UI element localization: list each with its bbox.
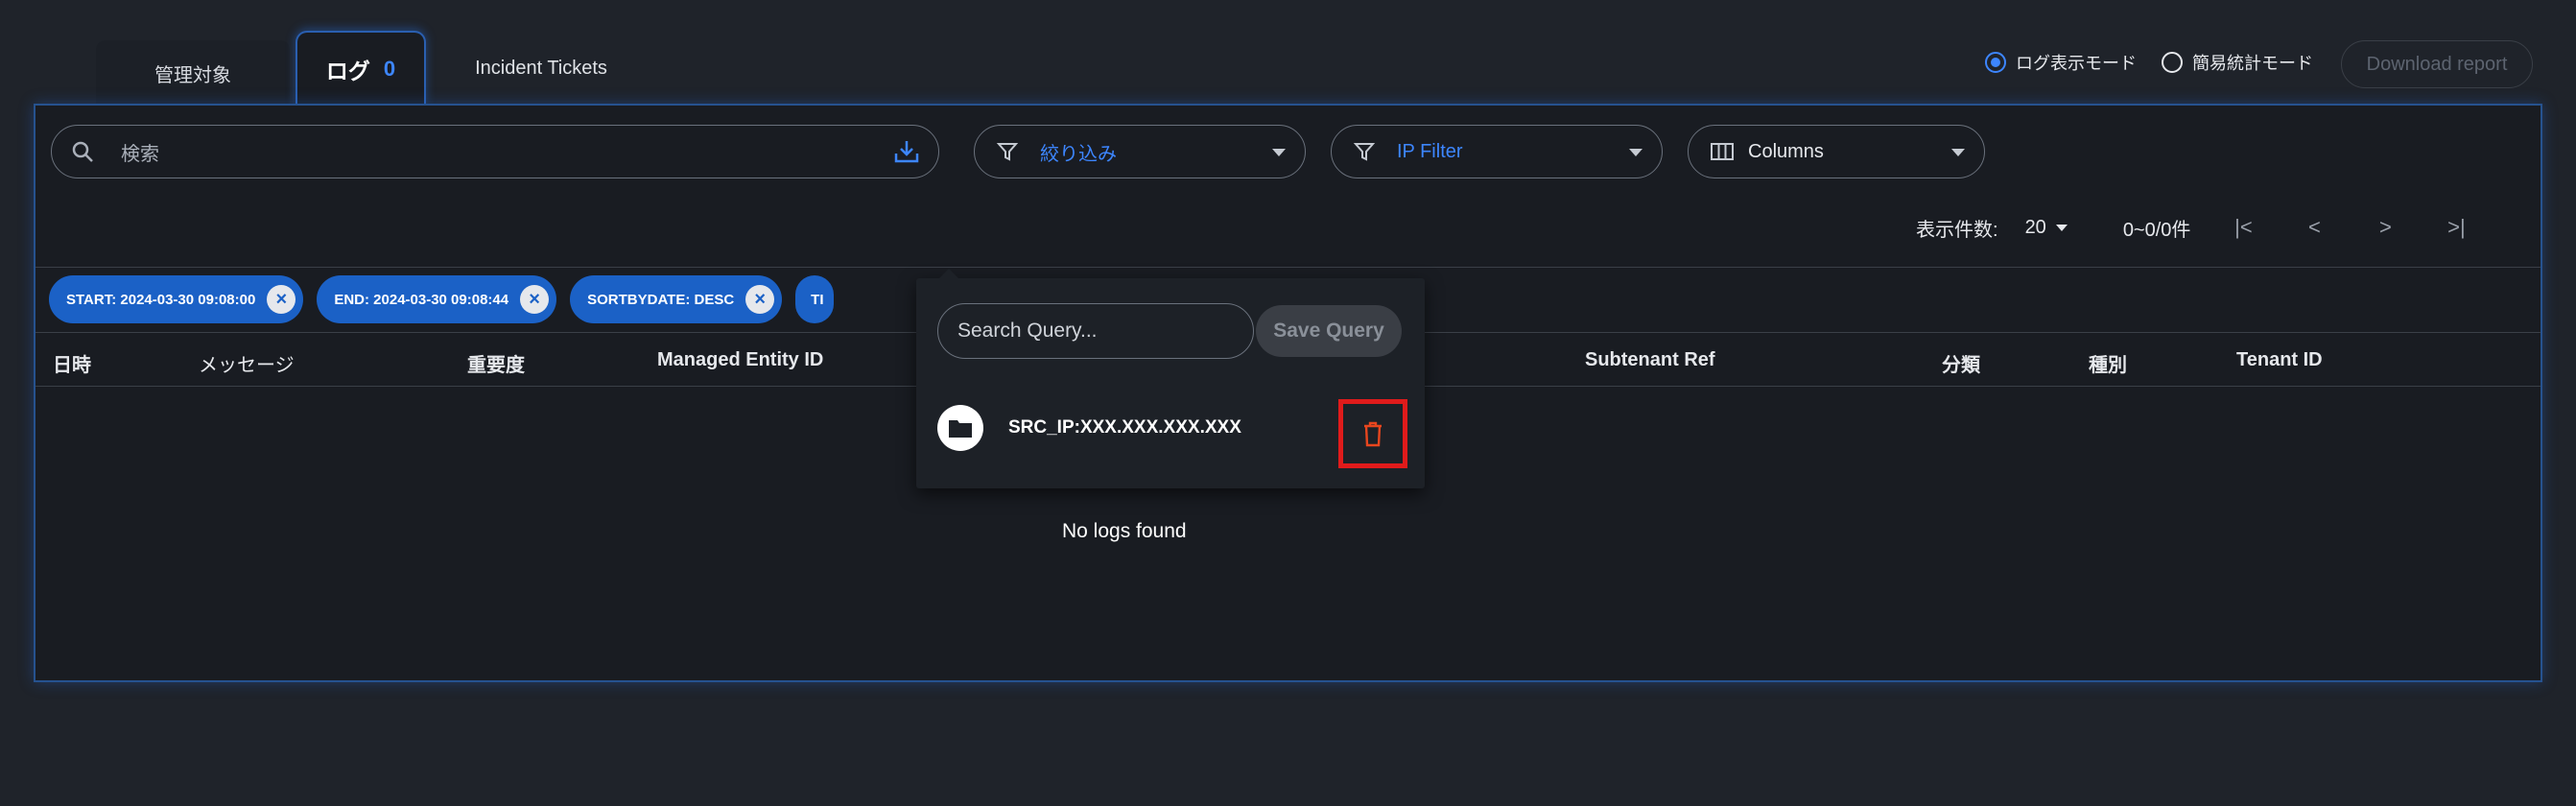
save-query-button[interactable]: Save Query [1256, 305, 1402, 357]
per-page-value: 20 [2024, 216, 2046, 238]
column-header[interactable]: 重要度 [467, 349, 525, 377]
delete-query-button[interactable] [1338, 399, 1407, 468]
filter-label: 絞り込み [1040, 143, 1117, 165]
column-header[interactable]: Tenant ID [2236, 349, 2323, 371]
tab-logs[interactable]: ログ 0 [295, 31, 426, 106]
chevron-down-icon [1272, 149, 1286, 156]
chip-label: END: 2024-03-30 09:08:44 [334, 291, 509, 308]
chip-label: TI [811, 291, 824, 308]
ip-filter-label: IP Filter [1397, 140, 1463, 162]
per-page-label: 表示件数: [1916, 219, 1998, 241]
columns-label: Columns [1748, 140, 1824, 162]
pager-nav: |< < > >| [2233, 215, 2467, 240]
column-header[interactable]: 分類 [1942, 349, 1980, 377]
column-header[interactable]: 種別 [2089, 349, 2127, 377]
close-icon[interactable]: × [745, 285, 775, 314]
mode-simple-stats[interactable]: 簡易統計モード [2162, 50, 2313, 75]
next-page-icon[interactable]: > [2375, 215, 2396, 240]
search-input[interactable]: 検索 [51, 125, 939, 178]
download-report-button[interactable]: Download report [2341, 40, 2533, 88]
tab-label: Incident Tickets [475, 57, 607, 79]
chevron-down-icon [1629, 149, 1642, 156]
chip-label: START: 2024-03-30 09:08:00 [66, 291, 256, 308]
page-range: 0~0/0件 [2122, 219, 2191, 241]
trash-icon [1364, 421, 1382, 447]
first-page-icon[interactable]: |< [2233, 215, 2254, 240]
close-icon[interactable]: × [267, 285, 296, 314]
empty-message: No logs found [1062, 520, 1187, 542]
last-page-icon[interactable]: >| [2446, 215, 2467, 240]
columns-icon [1711, 143, 1734, 160]
search-placeholder: 検索 [121, 143, 159, 165]
filter-icon [1353, 143, 1376, 161]
close-icon[interactable]: × [520, 285, 550, 314]
tab-label: ログ [325, 59, 370, 83]
query-search-input[interactable] [937, 303, 1254, 359]
pagination: 表示件数: 20 0~0/0件 |< < > >| [1916, 213, 2467, 242]
chip-sortbydate[interactable]: SORTBYDATE: DESC × [570, 275, 783, 323]
saved-queries-icon[interactable] [892, 137, 921, 166]
folder-icon [937, 405, 983, 451]
filter-dropdown[interactable]: 絞り込み [974, 125, 1306, 178]
mode-label: ログ表示モード [2016, 54, 2137, 73]
filter-icon [996, 143, 1019, 161]
tab-managed[interactable]: 管理対象 [96, 40, 290, 106]
logs-panel: 検索 絞り込み IP Filter Columns 表示件数: 20 0~0/0… [34, 104, 2542, 682]
saved-query-item[interactable]: SRC_IP:XXX.XXX.XXX.XXX [937, 393, 1407, 462]
chip-partial[interactable]: TI [795, 275, 835, 323]
columns-dropdown[interactable]: Columns [1688, 125, 1985, 178]
per-page-select[interactable]: 20 [2025, 217, 2068, 239]
popup-arrow [939, 269, 958, 278]
chip-end[interactable]: END: 2024-03-30 09:08:44 × [317, 275, 557, 323]
radio-unselected-icon[interactable] [2162, 52, 2183, 73]
radio-selected-icon[interactable] [1985, 52, 2006, 73]
tab-bar: 管理対象 ログ 0 Incident Tickets [96, 31, 656, 106]
filter-chips: START: 2024-03-30 09:08:00 × END: 2024-03… [49, 275, 835, 323]
chevron-down-icon [2055, 224, 2068, 231]
saved-queries-popup: Save Query SRC_IP:XXX.XXX.XXX.XXX [916, 269, 1425, 488]
divider [35, 267, 2541, 268]
mode-label: 簡易統計モード [2192, 54, 2313, 73]
column-header[interactable]: Managed Entity ID [657, 349, 823, 371]
search-icon [72, 141, 93, 162]
mode-log-view[interactable]: ログ表示モード [1985, 50, 2137, 75]
chip-label: SORTBYDATE: DESC [587, 291, 735, 308]
prev-page-icon[interactable]: < [2304, 215, 2325, 240]
column-header[interactable]: Subtenant Ref [1585, 349, 1715, 371]
tab-count-badge: 0 [383, 57, 396, 81]
column-header[interactable]: メッセージ [199, 349, 295, 377]
chip-start[interactable]: START: 2024-03-30 09:08:00 × [49, 275, 304, 323]
ip-filter-dropdown[interactable]: IP Filter [1331, 125, 1663, 178]
tab-label: 管理対象 [154, 64, 231, 86]
column-header[interactable]: 日時 [53, 349, 91, 377]
chevron-down-icon [1951, 149, 1965, 156]
saved-query-name: SRC_IP:XXX.XXX.XXX.XXX [1008, 417, 1241, 438]
tab-incident-tickets[interactable]: Incident Tickets [426, 31, 656, 106]
